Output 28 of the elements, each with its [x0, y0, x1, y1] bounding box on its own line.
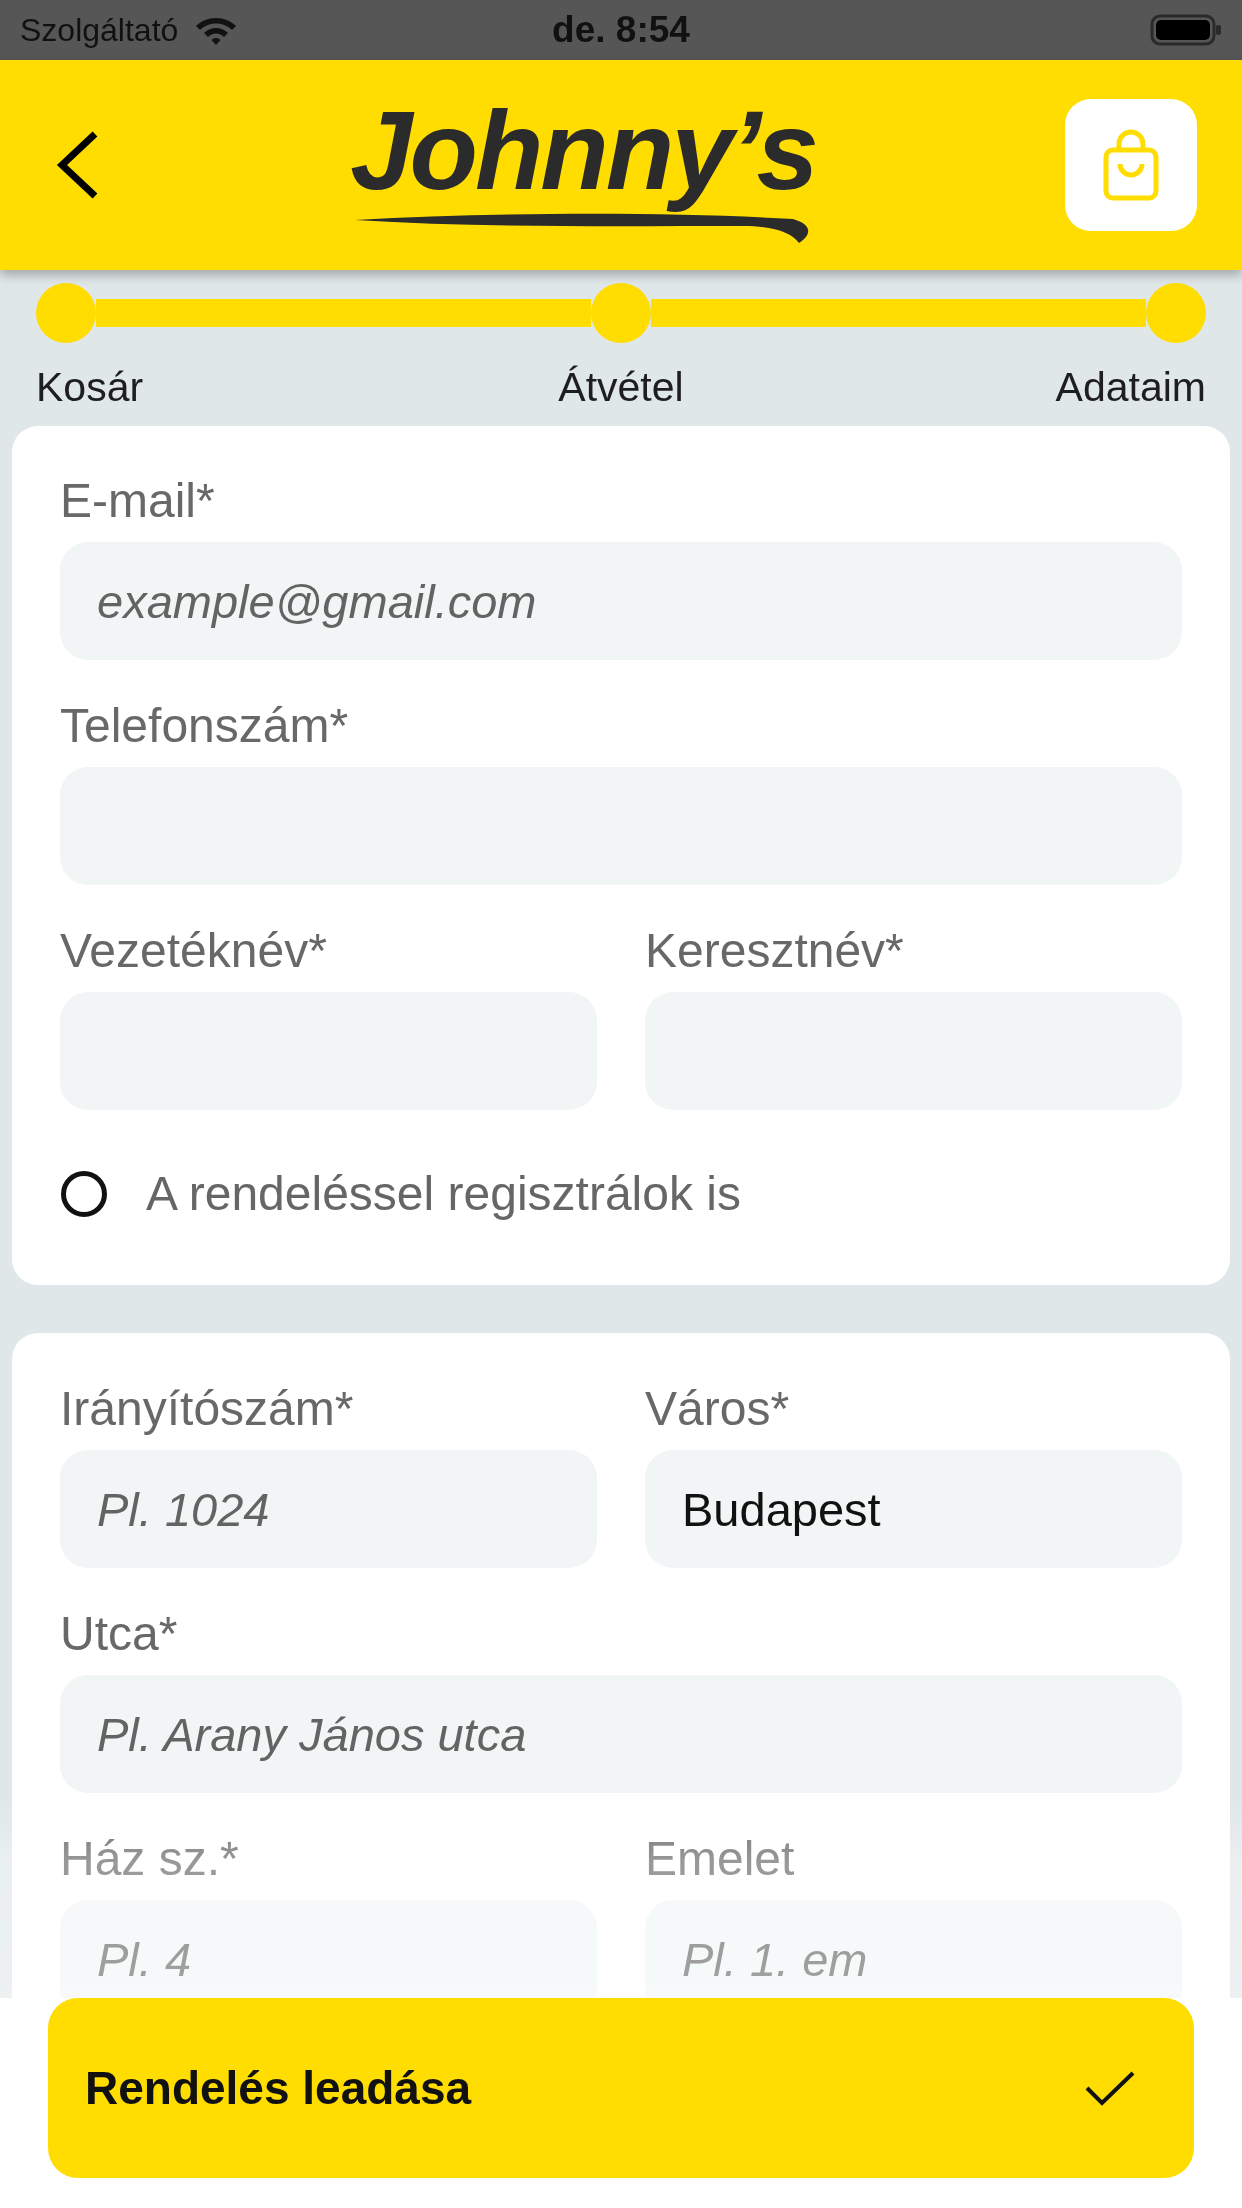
input-field[interactable]: Budapest	[645, 1450, 1182, 1568]
status-time: de. 8:54	[552, 9, 690, 50]
input-field[interactable]: Pl. 4	[60, 1900, 597, 1998]
cart-button[interactable]	[1065, 99, 1197, 231]
input-field[interactable]: Pl. 1024	[60, 1450, 597, 1568]
field-label: Irányítószám*	[60, 1381, 355, 1437]
carrier-name: Szolgáltató	[20, 11, 179, 49]
input-field[interactable]: example@gmail.com	[60, 542, 1182, 660]
field-label: Utca*	[60, 1606, 179, 1662]
field-label: Telefonszám*	[60, 698, 350, 754]
step-label: Kosár	[36, 363, 144, 411]
field-label: Város*	[645, 1381, 791, 1437]
step-label: Átvétel	[558, 363, 684, 411]
option-label: A rendeléssel regisztrálok is	[146, 1166, 741, 1222]
field-label: Ház sz.*	[60, 1831, 240, 1887]
battery-icon	[1150, 14, 1222, 46]
field-label: Keresztnév*	[645, 923, 905, 979]
input-field[interactable]: Pl. 1. em	[645, 1900, 1182, 1998]
field-label: Vezetéknév*	[60, 923, 328, 979]
submit-button[interactable]: Rendelés leadása	[48, 1998, 1194, 2178]
field-label: E-mail*	[60, 473, 216, 529]
checkmark-icon	[1084, 2070, 1136, 2106]
step-label: Adataim	[1055, 363, 1206, 411]
brand-logo: Johnny’s	[350, 92, 816, 210]
shopping-bag-icon	[1102, 128, 1160, 202]
radio-button[interactable]	[60, 1170, 108, 1218]
field-label: Emelet	[645, 1831, 796, 1887]
input-field[interactable]: Pl. Arany János utca	[60, 1675, 1182, 1793]
